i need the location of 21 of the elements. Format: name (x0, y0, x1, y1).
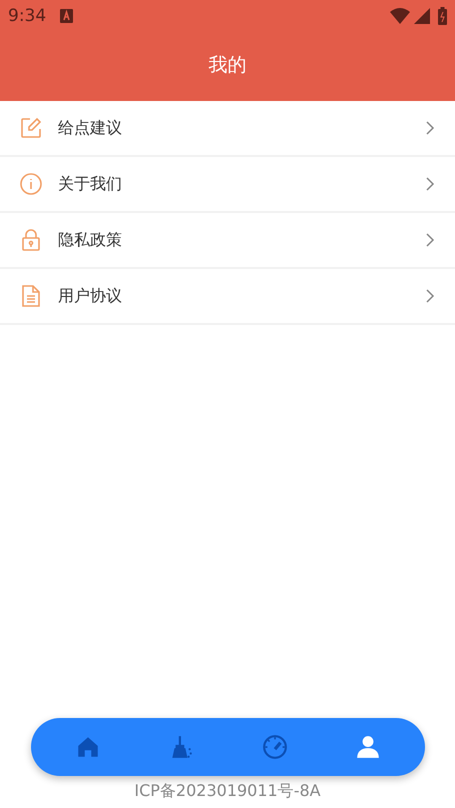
notification-icon (60, 9, 74, 23)
menu-item[interactable]: 关于我们 (0, 157, 455, 213)
lock-icon (19, 228, 43, 252)
page-title: 我的 (208, 52, 248, 78)
speedometer-icon (262, 734, 288, 760)
wifi-icon (390, 8, 410, 24)
info-icon (19, 172, 43, 196)
signal-icon (414, 8, 430, 24)
battery-icon (438, 7, 447, 25)
person-icon (355, 734, 382, 760)
icp-license-text[interactable]: ICP备2023019011号-8A (134, 781, 321, 800)
menu-item[interactable]: 给点建议 (0, 101, 455, 157)
chevron-icon (425, 120, 435, 136)
document-icon (19, 284, 43, 308)
menu-item[interactable]: 隐私政策 (0, 213, 455, 269)
chevron-icon (425, 176, 435, 192)
status-time: 9:34 (8, 6, 46, 26)
chevron-icon (425, 288, 435, 304)
chevron-icon (425, 232, 435, 248)
menu-item[interactable]: 用户协议 (0, 269, 455, 325)
edit-icon (19, 116, 43, 140)
